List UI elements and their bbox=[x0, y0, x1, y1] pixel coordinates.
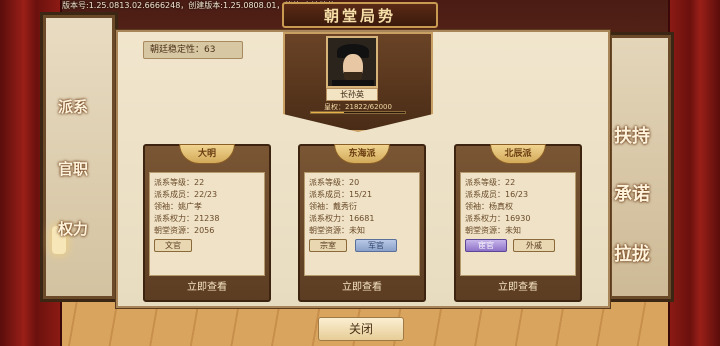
faction-leader: 领袖：姚广孝 bbox=[154, 202, 202, 211]
faction-tag[interactable]: 军官 bbox=[355, 239, 397, 252]
page-title: 朝堂局势 bbox=[323, 6, 396, 25]
faction-power: 派系权力：16681 bbox=[309, 214, 375, 223]
close-button[interactable]: 关闭 bbox=[318, 317, 404, 341]
faction-tag[interactable]: 外戚 bbox=[513, 239, 555, 252]
faction-name: 大明 bbox=[179, 144, 235, 164]
recruit-button[interactable]: 拉拢 bbox=[614, 240, 650, 266]
faction-card-daming: 大明 派系等级：22 派系成员：22/23 领袖：姚广孝 派系权力：21238 … bbox=[143, 144, 271, 302]
view-now-button[interactable]: 立即查看 bbox=[304, 280, 420, 296]
faction-card-beichen: 北辰派 派系等级：22 派系成员：16/23 领袖：杨真权 派系权力：16930… bbox=[454, 144, 582, 302]
faction-resources: 朝堂资源：未知 bbox=[309, 226, 365, 235]
view-now-button[interactable]: 立即查看 bbox=[460, 280, 576, 296]
faction-tag[interactable]: 文官 bbox=[154, 239, 192, 252]
faction-level: 派系等级：22 bbox=[154, 178, 205, 187]
nav-office[interactable]: 官职 bbox=[58, 158, 88, 179]
faction-power: 派系权力：16930 bbox=[465, 214, 531, 223]
faction-members: 派系成员：15/21 bbox=[309, 190, 373, 199]
faction-members: 派系成员：16/23 bbox=[465, 190, 529, 199]
imperial-power-bar bbox=[310, 111, 406, 114]
faction-info: 派系等级：22 派系成员：22/23 领袖：姚广孝 派系权力：21238 朝堂资… bbox=[149, 172, 265, 276]
court-stability: 朝廷稳定性：63 bbox=[143, 41, 243, 59]
emperor-portrait[interactable] bbox=[326, 36, 378, 88]
view-now-button[interactable]: 立即查看 bbox=[149, 280, 265, 296]
faction-level: 派系等级：20 bbox=[309, 178, 360, 187]
faction-tag[interactable]: 宦官 bbox=[465, 239, 507, 252]
nav-power[interactable]: 权力 bbox=[58, 218, 88, 239]
left-folding-screen bbox=[40, 12, 118, 302]
support-button[interactable]: 扶持 bbox=[614, 122, 650, 148]
faction-tag[interactable]: 宗室 bbox=[309, 239, 347, 252]
faction-power: 派系权力：21238 bbox=[154, 214, 220, 223]
faction-level: 派系等级：22 bbox=[465, 178, 516, 187]
faction-members: 派系成员：22/23 bbox=[154, 190, 218, 199]
faction-card-donghai: 东海派 派系等级：20 派系成员：15/21 领袖：戴秀衍 派系权力：16681… bbox=[298, 144, 426, 302]
imperial-power-fill bbox=[311, 112, 345, 113]
faction-name: 北辰派 bbox=[490, 144, 546, 164]
faction-resources: 朝堂资源：2056 bbox=[154, 226, 215, 235]
promise-button[interactable]: 承诺 bbox=[614, 180, 650, 206]
faction-leader: 领袖：戴秀衍 bbox=[309, 202, 357, 211]
emperor-name: 长孙英 bbox=[326, 88, 378, 101]
faction-info: 派系等级：22 派系成员：16/23 领袖：杨真权 派系权力：16930 朝堂资… bbox=[460, 172, 576, 276]
faction-name: 东海派 bbox=[334, 144, 390, 164]
faction-resources: 朝堂资源：未知 bbox=[465, 226, 521, 235]
right-curtain bbox=[668, 0, 720, 346]
robe bbox=[332, 80, 374, 86]
title-banner: 朝堂局势 bbox=[282, 2, 438, 28]
faction-info: 派系等级：20 派系成员：15/21 领袖：戴秀衍 派系权力：16681 朝堂资… bbox=[304, 172, 420, 276]
nav-faction[interactable]: 派系 bbox=[58, 96, 88, 117]
faction-leader: 领袖：杨真权 bbox=[465, 202, 513, 211]
